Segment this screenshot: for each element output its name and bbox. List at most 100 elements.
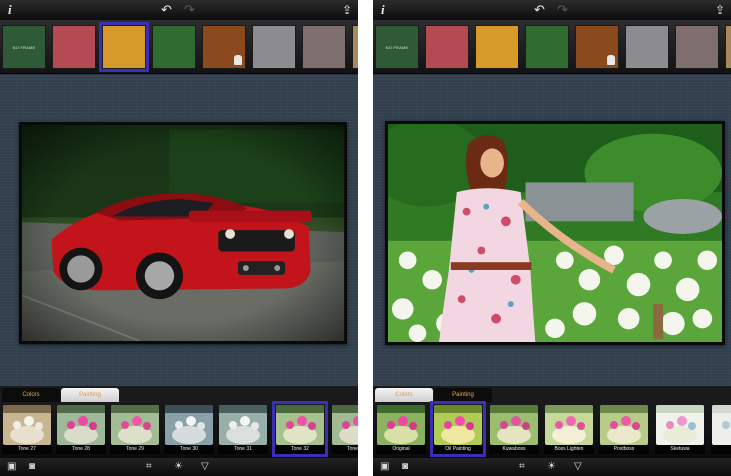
frame-option-brown[interactable] (575, 25, 619, 69)
brightness-icon[interactable]: ☀ (174, 460, 183, 474)
effect-thumb[interactable]: Sketuwa (655, 404, 705, 454)
effect-thumb[interactable]: Original (376, 404, 426, 454)
bottom-toolbar: ▣ ◙ ⌗ ☀ ▽ (373, 458, 731, 476)
effect-tabs: Colors Painting (373, 386, 731, 402)
frame-option-tan[interactable] (725, 25, 731, 69)
effect-thumb[interactable]: Kuwaboss (489, 404, 539, 454)
editing-canvas (373, 75, 731, 386)
effect-thumb[interactable]: Tone 27 (2, 404, 52, 454)
effect-thumb[interactable]: Tone 29 (110, 404, 160, 454)
effect-thumb-selected[interactable]: Oil Painting (430, 401, 486, 457)
effect-thumb[interactable]: Tone 31 (218, 404, 268, 454)
undo-icon[interactable]: ↶ (161, 2, 172, 18)
effect-thumb-label: Original (376, 445, 426, 454)
editing-canvas (0, 75, 358, 386)
frame-option-gray[interactable] (625, 25, 669, 69)
flower-basket-thumbnail (165, 405, 213, 445)
left-editor-panel: i ↶ ↷ ⇪ NO FRAME Colors Painting Tone 27… (0, 0, 358, 476)
info-icon[interactable]: i (381, 2, 385, 18)
effect-thumb-label: Kuwaboss (489, 445, 539, 454)
top-bar: i ↶ ↷ ⇪ (373, 0, 731, 20)
tab-colors[interactable]: Colors (2, 388, 60, 402)
bottom-toolbar: ▣ ◙ ⌗ ☀ ▽ (0, 458, 358, 476)
undo-icon[interactable]: ↶ (534, 2, 545, 18)
effect-thumb-label: Sketuwa (655, 445, 705, 454)
frame-option-mauve[interactable] (302, 25, 346, 69)
effect-thumbnail-strip: Original Oil Painting Kuwaboss Boss Ligh… (373, 401, 731, 458)
flower-basket-thumbnail (111, 405, 159, 445)
effect-thumb-label: Tone 31 (218, 445, 268, 454)
frame-option-gray[interactable] (252, 25, 296, 69)
crop-icon[interactable]: ⌗ (519, 460, 525, 474)
effect-thumb[interactable]: Postboss (599, 404, 649, 454)
effect-tabs: Colors Painting (0, 386, 358, 402)
camera-icon[interactable]: ◙ (402, 460, 408, 474)
filter-icon[interactable]: ▽ (201, 460, 209, 474)
effect-thumb-label: Boss Lighten (544, 445, 594, 454)
flower-basket-thumbnail (600, 405, 648, 445)
frame-option-tan[interactable] (352, 25, 358, 69)
frame-option-gold[interactable] (475, 25, 519, 69)
flower-basket-thumbnail (377, 405, 425, 445)
frame-strip: NO FRAME (0, 20, 358, 74)
frame-option-gold[interactable] (99, 22, 149, 72)
effect-thumb-label (711, 445, 731, 454)
effect-thumb[interactable] (711, 404, 731, 454)
red-sports-car-image (22, 125, 344, 341)
top-bar: i ↶ ↷ ⇪ (0, 0, 358, 20)
screenshot-stage: i ↶ ↷ ⇪ NO FRAME Colors Painting Tone 27… (0, 0, 731, 476)
share-icon[interactable]: ⇪ (715, 2, 725, 18)
effect-thumb-label: Tone 29 (110, 445, 160, 454)
share-icon[interactable]: ⇪ (342, 2, 352, 18)
tab-painting[interactable]: Painting (434, 388, 492, 402)
frame-option-red[interactable] (52, 25, 96, 69)
gallery-icon[interactable]: ▣ (7, 460, 16, 474)
info-icon[interactable]: i (8, 2, 12, 18)
effect-thumb-label: Tone 28 (56, 445, 106, 454)
flower-basket-thumbnail (332, 405, 358, 445)
effect-thumb-label: Tone 27 (2, 445, 52, 454)
frame-option-none[interactable]: NO FRAME (375, 25, 419, 69)
effect-thumbnail-strip: Tone 27 Tone 28 Tone 29 Tone 30 Tone 31 … (0, 401, 358, 458)
effect-thumb[interactable]: Tone 33 (331, 404, 358, 454)
brightness-icon[interactable]: ☀ (547, 460, 556, 474)
flower-basket-thumbnail (656, 405, 704, 445)
effect-thumb[interactable]: Boss Lighten (544, 404, 594, 454)
frame-option-mauve[interactable] (675, 25, 719, 69)
filter-icon[interactable]: ▽ (574, 460, 582, 474)
effect-thumb-label: Tone 32 (275, 445, 325, 454)
effect-thumb-label: Tone 30 (164, 445, 214, 454)
effect-thumb[interactable]: Tone 30 (164, 404, 214, 454)
frame-label: NO FRAME (385, 45, 409, 50)
edited-photo-woman[interactable] (385, 121, 725, 345)
effect-thumb-label: Oil Painting (433, 445, 483, 454)
flower-basket-thumbnail (219, 405, 267, 445)
flower-basket-thumbnail (545, 405, 593, 445)
frame-option-none[interactable]: NO FRAME (2, 25, 46, 69)
flower-basket-thumbnail (490, 405, 538, 445)
effect-thumb-label: Postboss (599, 445, 649, 454)
frame-label: NO FRAME (12, 45, 36, 50)
frame-strip: NO FRAME (373, 20, 731, 74)
effect-thumb[interactable]: Tone 28 (56, 404, 106, 454)
tab-colors[interactable]: Colors (375, 388, 433, 402)
right-editor-panel: i ↶ ↷ ⇪ NO FRAME Colors Painting Origina… (373, 0, 731, 476)
gallery-icon[interactable]: ▣ (380, 460, 389, 474)
effect-thumb-selected[interactable]: Tone 32 (272, 401, 328, 457)
redo-icon[interactable]: ↷ (184, 2, 195, 18)
flower-basket-thumbnail (434, 405, 482, 445)
frame-option-brown[interactable] (202, 25, 246, 69)
flower-basket-thumbnail (3, 405, 51, 445)
frame-option-red[interactable] (425, 25, 469, 69)
redo-icon[interactable]: ↷ (557, 2, 568, 18)
tab-painting[interactable]: Painting (61, 388, 119, 402)
flower-basket-thumbnail (712, 405, 731, 445)
camera-icon[interactable]: ◙ (29, 460, 35, 474)
flower-basket-thumbnail (57, 405, 105, 445)
frame-option-green[interactable] (525, 25, 569, 69)
edited-photo-car[interactable] (19, 122, 347, 344)
effect-thumb-label: Tone 33 (331, 445, 358, 454)
ghost-sticker-icon (607, 55, 615, 65)
frame-option-green[interactable] (152, 25, 196, 69)
crop-icon[interactable]: ⌗ (146, 460, 152, 474)
